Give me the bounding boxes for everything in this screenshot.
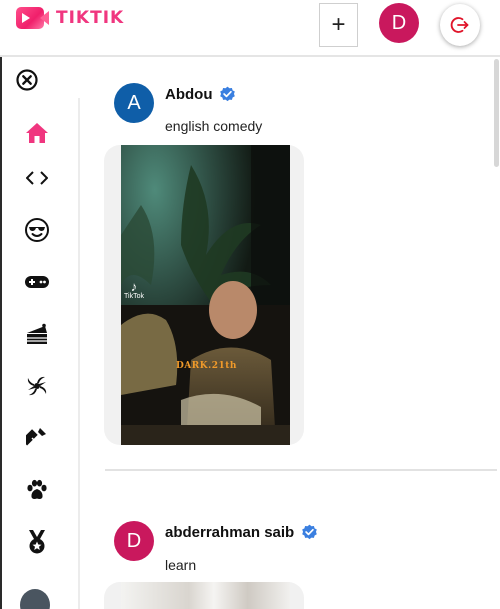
username-text: Abdou <box>165 86 213 103</box>
logo[interactable]: TIKTIK <box>16 7 124 29</box>
sidebar-item-food[interactable] <box>22 319 52 349</box>
post-avatar[interactable]: A <box>114 83 154 123</box>
video-player[interactable] <box>104 582 304 609</box>
logout-button[interactable] <box>440 4 480 46</box>
video-player[interactable]: ♪ TikTok DARK.21th <box>104 145 304 445</box>
post-avatar[interactable]: D <box>114 521 154 561</box>
post-username[interactable]: Abdou <box>165 86 236 103</box>
cake-icon <box>27 323 47 344</box>
top-navbar: TIKTIK + D <box>0 0 500 57</box>
video-overlay-text: DARK.21th <box>176 361 237 371</box>
tiktok-watermark: ♪ TikTok <box>124 280 144 301</box>
gamepad-icon <box>25 276 49 288</box>
user-initial: D <box>391 11 407 34</box>
post-divider <box>105 469 497 471</box>
sidebar-item-dance[interactable] <box>22 371 52 401</box>
feed-scrollbar[interactable] <box>494 59 499 167</box>
sidebar-item-comedy[interactable] <box>22 215 52 245</box>
sidebar-item-sports[interactable] <box>22 527 52 557</box>
verified-badge-icon <box>302 524 318 540</box>
plus-icon: + <box>331 11 346 38</box>
upload-button[interactable]: + <box>319 3 358 47</box>
paw-icon <box>27 479 47 499</box>
sidebar-item-gaming[interactable] <box>22 267 52 297</box>
user-avatar[interactable]: D <box>379 3 419 43</box>
username-text: abderrahman saib <box>165 524 295 541</box>
account-thumbnail <box>20 589 50 609</box>
tiktok-watermark-text: TikTok <box>124 293 144 300</box>
sunglasses-face-icon <box>25 218 49 242</box>
post-caption: learn <box>165 557 197 573</box>
logo-text: TIKTIK <box>56 8 125 28</box>
video-content: ♪ TikTok DARK.21th <box>121 145 290 445</box>
post-caption: english comedy <box>165 118 263 134</box>
app-root: TIKTIK + D A Abdou english comedy ♪ TikT… <box>0 0 500 609</box>
medal-icon <box>29 530 45 554</box>
dance-icon <box>27 376 47 396</box>
lipstick-icon <box>26 428 46 446</box>
sidebar <box>0 98 80 609</box>
home-icon <box>26 123 48 143</box>
video-scene <box>121 145 290 445</box>
sidebar-item-home[interactable] <box>22 118 52 148</box>
sidebar-item-coding[interactable] <box>22 163 52 193</box>
code-icon <box>26 171 48 185</box>
post-username[interactable]: abderrahman saib <box>165 524 318 541</box>
sidebar-account-avatar[interactable] <box>20 589 50 609</box>
post-avatar-initial: D <box>126 529 142 552</box>
video-content <box>121 582 290 609</box>
sidebar-item-animals[interactable] <box>22 475 52 505</box>
close-sidebar-button[interactable] <box>16 69 38 91</box>
sidebar-item-beauty[interactable] <box>22 423 52 453</box>
post-avatar-initial: A <box>127 91 141 114</box>
tiktok-note-icon: ♪ <box>130 279 138 294</box>
close-circle-icon <box>16 69 38 91</box>
logo-video-icon <box>16 7 49 29</box>
logout-icon <box>450 17 469 33</box>
verified-badge-icon <box>220 86 236 102</box>
